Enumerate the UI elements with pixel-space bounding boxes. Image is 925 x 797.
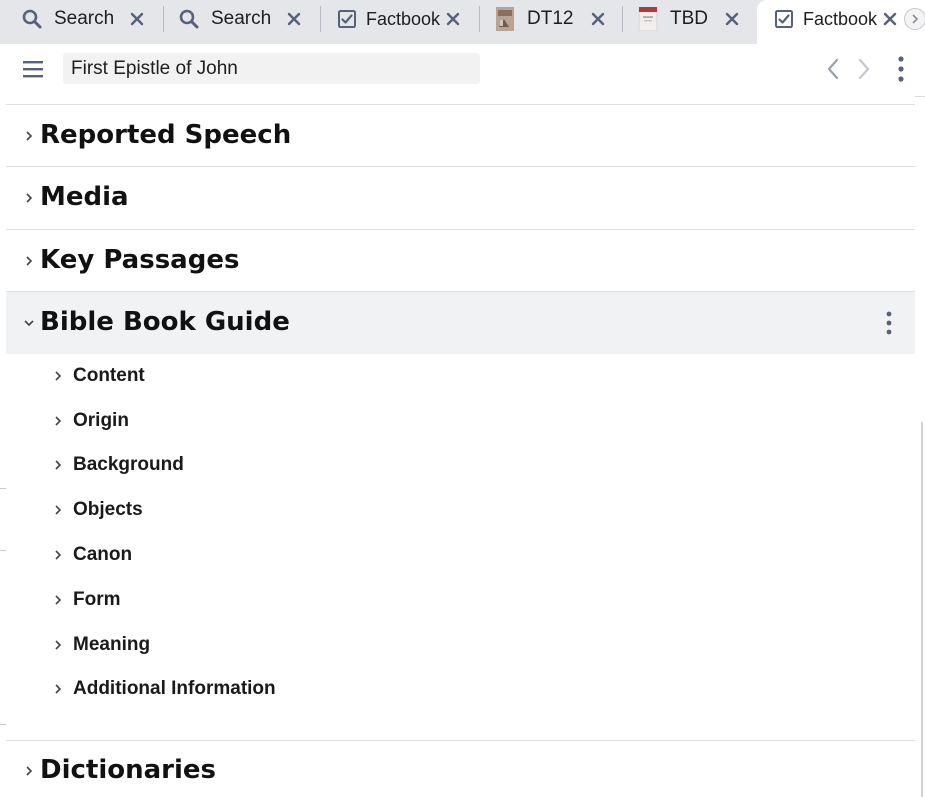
tab-separator <box>622 6 623 32</box>
chevron-right-icon <box>51 503 65 517</box>
book-cover-icon <box>494 7 516 31</box>
search-icon <box>21 8 43 30</box>
guide-item-label: Form <box>73 589 121 610</box>
close-icon[interactable] <box>283 8 305 30</box>
factbook-icon <box>336 8 358 30</box>
chevron-right-icon <box>51 369 65 383</box>
section-title: Reported Speech <box>40 120 292 150</box>
chevron-right-icon <box>51 593 65 607</box>
tab-search-2[interactable]: Search <box>178 0 318 38</box>
section-title: Dictionaries <box>40 755 217 785</box>
chevron-right-icon <box>858 58 870 80</box>
chevron-left-icon <box>827 58 839 80</box>
close-icon[interactable] <box>126 8 148 30</box>
guide-item-content[interactable]: Content <box>51 361 551 391</box>
chevron-right-icon <box>22 254 36 268</box>
tab-search-1[interactable]: Search <box>21 0 161 38</box>
chevron-right-icon <box>22 191 36 205</box>
guide-item-form[interactable]: Form <box>51 585 551 615</box>
section-title: Media <box>40 182 129 212</box>
guide-item-meaning[interactable]: Meaning <box>51 630 551 660</box>
guide-item-label: Additional Information <box>73 678 276 699</box>
guide-item-label: Objects <box>73 499 143 520</box>
chevron-right-icon <box>22 129 36 143</box>
section-bible-book-guide[interactable]: Bible Book Guide <box>6 292 915 354</box>
chevron-right-icon <box>912 14 919 24</box>
chevron-right-icon <box>51 414 65 428</box>
chevron-right-icon <box>51 548 65 562</box>
tab-tbd[interactable]: TBD <box>637 0 752 38</box>
back-button[interactable] <box>824 57 842 81</box>
tab-separator <box>163 6 164 32</box>
guide-item-label: Meaning <box>73 634 151 655</box>
guide-item-origin[interactable]: Origin <box>51 406 551 436</box>
tab-label: Search <box>54 8 115 29</box>
tab-label: Search <box>211 8 272 29</box>
scrollbar-track[interactable] <box>921 422 923 797</box>
guide-item-label: Origin <box>73 410 129 431</box>
guide-item-objects[interactable]: Objects <box>51 495 551 525</box>
guide-item-label: Background <box>73 454 184 475</box>
guide-item-additional-information[interactable]: Additional Information <box>51 674 551 704</box>
factbook-icon <box>773 8 795 30</box>
tab-label: Factbook <box>366 9 441 29</box>
chevron-right-icon <box>51 682 65 696</box>
topic-search-input[interactable] <box>63 53 480 84</box>
more-options-icon[interactable] <box>883 310 895 336</box>
section-media[interactable]: Media <box>6 167 915 229</box>
close-icon[interactable] <box>721 8 743 30</box>
search-icon <box>178 8 200 30</box>
section-title: Key Passages <box>40 245 240 275</box>
tab-label: Factbook <box>803 9 878 29</box>
book-cover-icon <box>637 7 659 31</box>
menu-icon[interactable] <box>22 58 44 80</box>
section-title: Bible Book Guide <box>40 307 290 337</box>
guide-item-label: Content <box>73 365 145 386</box>
tab-factbook-active[interactable]: Factbook <box>773 0 903 38</box>
section-key-passages[interactable]: Key Passages <box>6 230 915 291</box>
chevron-right-icon <box>51 638 65 652</box>
toolbar <box>6 44 925 97</box>
guide-item-canon[interactable]: Canon <box>51 540 551 570</box>
close-icon[interactable] <box>442 8 464 30</box>
chevron-right-icon <box>22 764 36 778</box>
chevron-down-icon <box>22 316 36 330</box>
more-options-icon[interactable] <box>894 55 908 83</box>
tab-separator <box>479 6 480 32</box>
close-icon[interactable] <box>879 8 901 30</box>
close-icon[interactable] <box>587 8 609 30</box>
tab-label: DT12 <box>527 8 574 29</box>
factbook-content: Reported Speech Media Key Passages Bible… <box>6 96 915 797</box>
tab-scroll-right-button[interactable] <box>904 8 925 30</box>
guide-item-background[interactable]: Background <box>51 450 551 480</box>
tab-bar: Search Search Factbook DT12 TBD Factbook <box>0 0 925 44</box>
tab-separator <box>320 6 321 32</box>
section-dictionaries[interactable]: Dictionaries <box>6 741 915 797</box>
tab-label: TBD <box>670 8 708 29</box>
tab-factbook-1[interactable]: Factbook <box>336 0 476 38</box>
section-reported-speech[interactable]: Reported Speech <box>6 105 915 166</box>
forward-button[interactable] <box>855 57 873 81</box>
guide-item-label: Canon <box>73 544 133 565</box>
tab-dt12[interactable]: DT12 <box>494 0 618 38</box>
chevron-right-icon <box>51 458 65 472</box>
